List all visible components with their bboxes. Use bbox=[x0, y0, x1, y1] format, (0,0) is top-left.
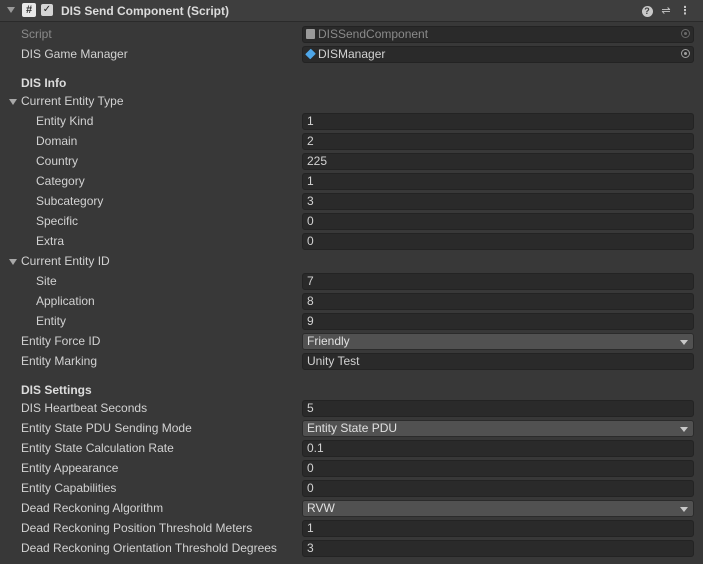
pdu-sending-mode-dropdown[interactable]: Entity State PDU bbox=[302, 420, 694, 437]
foldout-caret-icon[interactable] bbox=[9, 259, 17, 265]
entity-kind-field[interactable]: 1 bbox=[302, 113, 694, 130]
application-label: Application bbox=[36, 294, 95, 308]
dead-reckoning-algorithm-value: RVW bbox=[307, 501, 335, 515]
domain-label: Domain bbox=[36, 134, 78, 148]
help-icon[interactable]: ? bbox=[639, 3, 655, 19]
dis-info-heading: DIS Info bbox=[21, 76, 67, 90]
pdu-sending-mode-label: Entity State PDU Sending Mode bbox=[21, 421, 192, 435]
script-icon: # bbox=[22, 3, 36, 17]
entity-marking-label: Entity Marking bbox=[21, 354, 98, 368]
entity-capabilities-field[interactable]: 0 bbox=[302, 480, 694, 497]
entity-field[interactable]: 9 bbox=[302, 313, 694, 330]
entity-appearance-label: Entity Appearance bbox=[21, 461, 119, 475]
dis-game-manager-field[interactable]: DISManager bbox=[302, 46, 694, 63]
script-field: DISSendComponent bbox=[302, 26, 694, 43]
dr-orientation-threshold-field[interactable]: 3 bbox=[302, 540, 694, 557]
foldout-arrow-icon[interactable] bbox=[7, 7, 15, 13]
component-header: # ✓ DIS Send Component (Script) ? ⇌ ⋮ bbox=[0, 0, 703, 22]
current-entity-id-foldout[interactable]: Current Entity ID bbox=[21, 254, 110, 268]
dead-reckoning-algorithm-dropdown[interactable]: RVW bbox=[302, 500, 694, 517]
dr-position-threshold-field[interactable]: 1 bbox=[302, 520, 694, 537]
subcategory-field[interactable]: 3 bbox=[302, 193, 694, 210]
gameobject-icon bbox=[305, 48, 316, 60]
chevron-down-icon bbox=[680, 340, 688, 345]
country-label: Country bbox=[36, 154, 79, 168]
entity-force-id-label: Entity Force ID bbox=[21, 334, 101, 348]
dead-reckoning-algorithm-label: Dead Reckoning Algorithm bbox=[21, 501, 164, 515]
object-picker-icon[interactable] bbox=[681, 49, 690, 58]
entity-force-id-value: Friendly bbox=[307, 334, 350, 348]
object-picker-icon bbox=[681, 29, 690, 38]
component-title[interactable]: DIS Send Component (Script) bbox=[61, 4, 229, 18]
dr-position-threshold-label: Dead Reckoning Position Threshold Meters bbox=[21, 521, 253, 535]
dr-orientation-threshold-label: Dead Reckoning Orientation Threshold Deg… bbox=[21, 541, 277, 555]
site-field[interactable]: 7 bbox=[302, 273, 694, 290]
dis-heartbeat-seconds-label: DIS Heartbeat Seconds bbox=[21, 401, 148, 415]
dis-game-manager-value: DISManager bbox=[318, 47, 386, 61]
category-label: Category bbox=[36, 174, 85, 188]
specific-label: Specific bbox=[36, 214, 79, 228]
script-asset-icon bbox=[306, 29, 315, 39]
dis-settings-heading: DIS Settings bbox=[21, 383, 92, 397]
chevron-down-icon bbox=[680, 427, 688, 432]
specific-field[interactable]: 0 bbox=[302, 213, 694, 230]
entity-marking-field[interactable]: Unity Test bbox=[302, 353, 694, 370]
country-field[interactable]: 225 bbox=[302, 153, 694, 170]
calculation-rate-label: Entity State Calculation Rate bbox=[21, 441, 174, 455]
chevron-down-icon bbox=[680, 507, 688, 512]
category-field[interactable]: 1 bbox=[302, 173, 694, 190]
script-label: Script bbox=[21, 27, 52, 41]
subcategory-label: Subcategory bbox=[36, 194, 104, 208]
domain-field[interactable]: 2 bbox=[302, 133, 694, 150]
entity-capabilities-label: Entity Capabilities bbox=[21, 481, 117, 495]
foldout-caret-icon[interactable] bbox=[9, 99, 17, 105]
menu-icon[interactable]: ⋮ bbox=[677, 3, 693, 19]
application-field[interactable]: 8 bbox=[302, 293, 694, 310]
dis-game-manager-label: DIS Game Manager bbox=[21, 47, 128, 61]
entity-label: Entity bbox=[36, 314, 67, 328]
enable-checkbox[interactable]: ✓ bbox=[41, 4, 53, 16]
calculation-rate-field[interactable]: 0.1 bbox=[302, 440, 694, 457]
entity-kind-label: Entity Kind bbox=[36, 114, 94, 128]
entity-appearance-field[interactable]: 0 bbox=[302, 460, 694, 477]
extra-label: Extra bbox=[36, 234, 65, 248]
dis-heartbeat-seconds-field[interactable]: 5 bbox=[302, 400, 694, 417]
site-label: Site bbox=[36, 274, 57, 288]
entity-force-id-dropdown[interactable]: Friendly bbox=[302, 333, 694, 350]
pdu-sending-mode-value: Entity State PDU bbox=[307, 421, 398, 435]
presets-icon[interactable]: ⇌ bbox=[658, 3, 674, 19]
script-field-value: DISSendComponent bbox=[318, 27, 429, 41]
extra-field[interactable]: 0 bbox=[302, 233, 694, 250]
current-entity-type-foldout[interactable]: Current Entity Type bbox=[21, 94, 124, 108]
